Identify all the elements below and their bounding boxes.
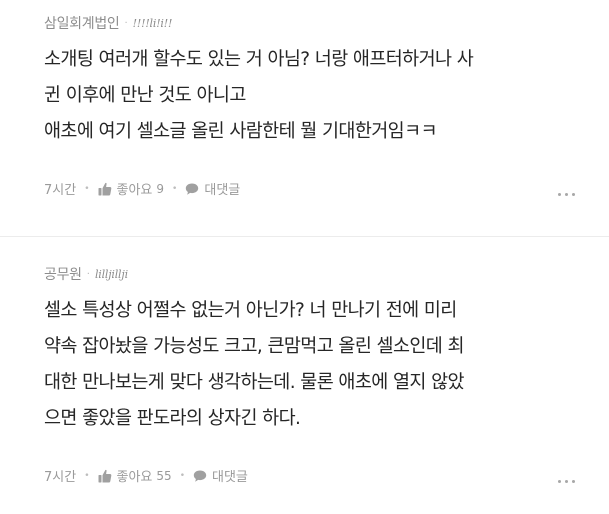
like-count: 55 — [156, 468, 172, 483]
like-button[interactable]: 좋아요 9 — [98, 179, 165, 198]
comment-footer: 7시간 • 좋아요 9 • 대댓글 — [44, 179, 240, 199]
more-dots-icon[interactable] — [558, 193, 575, 196]
thumbs-up-icon — [98, 469, 112, 483]
like-label: 좋아요 — [116, 183, 153, 198]
comment-line: 귄 이후에 만난 것도 아니고 — [44, 85, 246, 106]
comment-line: 소개팅 여러개 할수도 있는 거 아님? 너랑 애프터하거나 사 — [44, 49, 474, 70]
reply-label: 대댓글 — [212, 470, 248, 485]
thumbs-up-icon — [98, 182, 112, 196]
comment-body: 소개팅 여러개 할수도 있는 거 아님? 너랑 애프터하거나 사 귄 이후에 만… — [44, 42, 589, 150]
separator-dot: • — [84, 183, 90, 194]
like-count: 9 — [156, 181, 165, 196]
author-nickname[interactable]: !!!!li!i!! — [133, 17, 173, 30]
separator-dot: • — [172, 183, 178, 194]
separator-dot: • — [84, 470, 90, 481]
separator-dot: • — [179, 470, 185, 481]
reply-button[interactable]: 대댓글 — [193, 466, 248, 485]
comment-footer: 7시간 • 좋아요 55 • 대댓글 — [44, 466, 248, 486]
separator-dot: · — [86, 268, 90, 280]
comment-line: 애초에 여기 셀소글 올린 사람한테 뭘 기대한거임ㅋㅋ — [44, 121, 438, 142]
comment-header: 공무원 · lilljillji — [44, 264, 128, 284]
like-button[interactable]: 좋아요 55 — [98, 466, 172, 485]
author-nickname[interactable]: lilljillji — [95, 268, 128, 281]
comment-body: 셀소 특성상 어쩔수 없는거 아닌가? 너 만나기 전에 미리 약속 잡아놨을 … — [44, 293, 589, 437]
comment-header: 삼일회계법인 · !!!!li!i!! — [44, 13, 172, 33]
comment-item: 공무원 · lilljillji 셀소 특성상 어쩔수 없는거 아닌가? 너 만… — [0, 236, 609, 514]
author-company[interactable]: 공무원 — [44, 264, 82, 284]
comment-line: 대한 만나보는게 맞다 생각하는데. 물론 애초에 열지 않았 — [44, 372, 465, 393]
comment-line: 셀소 특성상 어쩔수 없는거 아닌가? 너 만나기 전에 미리 — [44, 300, 457, 321]
more-dots-icon[interactable] — [558, 480, 575, 483]
separator-dot: · — [124, 17, 128, 29]
like-label: 좋아요 — [116, 470, 153, 485]
comment-time: 7시간 — [44, 183, 77, 198]
speech-bubble-icon — [185, 182, 199, 196]
comment-item: 삼일회계법인 · !!!!li!i!! 소개팅 여러개 할수도 있는 거 아님?… — [0, 0, 609, 228]
author-company[interactable]: 삼일회계법인 — [44, 13, 120, 33]
reply-label: 대댓글 — [204, 183, 241, 198]
reply-button[interactable]: 대댓글 — [185, 179, 240, 198]
comment-line: 으면 좋았을 판도라의 상자긴 하다. — [44, 408, 301, 429]
speech-bubble-icon — [193, 469, 207, 483]
comment-line: 약속 잡아놨을 가능성도 크고, 큰맘먹고 올린 셀소인데 최 — [44, 336, 465, 357]
comment-time: 7시간 — [44, 470, 77, 485]
